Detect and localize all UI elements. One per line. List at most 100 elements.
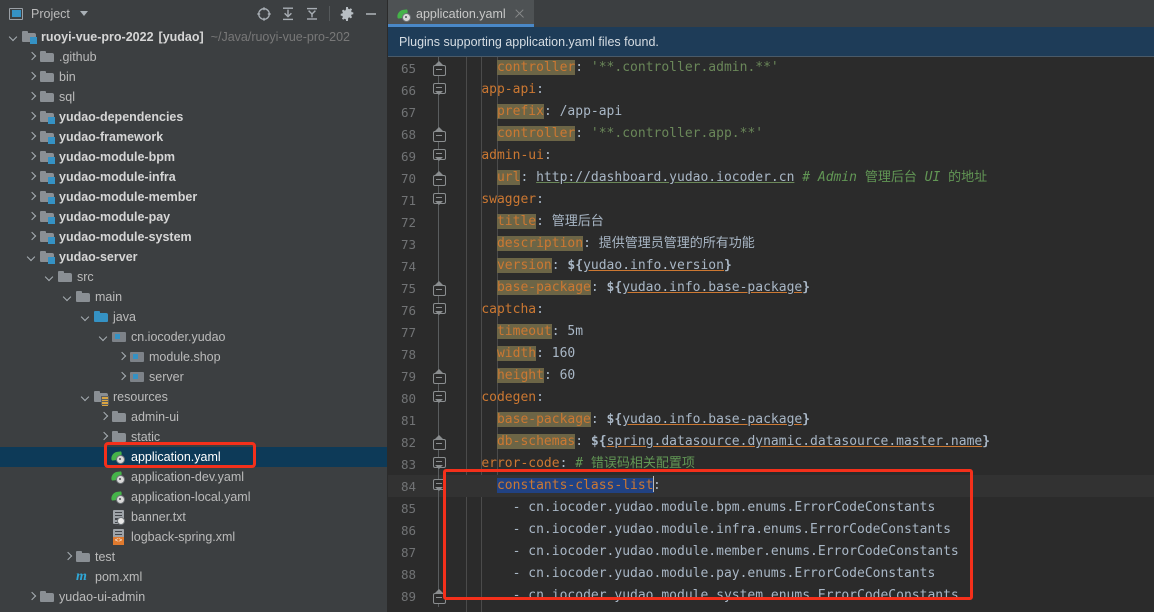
code-line[interactable]: 78 width: 160 xyxy=(388,343,1154,365)
fold-end-icon[interactable] xyxy=(433,127,444,140)
chevron-right-icon[interactable] xyxy=(26,132,37,143)
settings-gear-icon[interactable] xyxy=(336,3,358,25)
chevron-down-icon[interactable] xyxy=(8,32,19,43)
editor-gutter[interactable] xyxy=(426,431,450,453)
tree-node[interactable]: sql xyxy=(0,87,388,107)
code-line[interactable]: 74 version: ${yudao.info.version} xyxy=(388,255,1154,277)
tree-node[interactable]: java xyxy=(0,307,388,327)
chevron-right-icon[interactable] xyxy=(26,92,37,103)
chevron-down-icon[interactable] xyxy=(26,252,37,263)
editor-gutter[interactable] xyxy=(426,475,450,497)
chevron-down-icon[interactable] xyxy=(80,312,91,323)
code-line[interactable]: 68 controller: '**.controller.app.**' xyxy=(388,123,1154,145)
code-lines[interactable]: 65 controller: '**.controller.admin.**' 6… xyxy=(388,57,1154,607)
tree-node[interactable]: resources xyxy=(0,387,388,407)
fold-start-icon[interactable] xyxy=(433,193,444,206)
fold-start-icon[interactable] xyxy=(433,83,444,96)
fold-start-icon[interactable] xyxy=(433,149,444,162)
code-line[interactable]: 86 - cn.iocoder.yudao.module.infra.enums… xyxy=(388,519,1154,541)
tree-node[interactable]: server xyxy=(0,367,388,387)
code-line[interactable]: 85 - cn.iocoder.yudao.module.bpm.enums.E… xyxy=(388,497,1154,519)
tree-node[interactable]: yudao-module-member xyxy=(0,187,388,207)
code-line[interactable]: 70 url: http://dashboard.yudao.iocoder.c… xyxy=(388,167,1154,189)
chevron-right-icon[interactable] xyxy=(26,72,37,83)
editor-gutter[interactable] xyxy=(426,189,450,211)
chevron-right-icon[interactable] xyxy=(116,352,127,363)
tree-node[interactable]: yudao-server xyxy=(0,247,388,267)
code-line[interactable]: 84 constants-class-list: xyxy=(388,475,1154,497)
editor-gutter[interactable] xyxy=(426,123,450,145)
chevron-right-icon[interactable] xyxy=(26,592,37,603)
code-line[interactable]: 76 captcha: xyxy=(388,299,1154,321)
editor-gutter[interactable] xyxy=(426,343,450,365)
chevron-right-icon[interactable] xyxy=(26,232,37,243)
code-line[interactable]: 88 - cn.iocoder.yudao.module.pay.enums.E… xyxy=(388,563,1154,585)
notification-bar[interactable]: Plugins supporting application.yaml file… xyxy=(388,27,1154,57)
code-line[interactable]: 80 codegen: xyxy=(388,387,1154,409)
code-line[interactable]: 79 height: 60 xyxy=(388,365,1154,387)
tree-node[interactable]: <>logback-spring.xml xyxy=(0,527,388,547)
code-line[interactable]: 87 - cn.iocoder.yudao.module.member.enum… xyxy=(388,541,1154,563)
tree-node[interactable]: banner.txt xyxy=(0,507,388,527)
chevron-right-icon[interactable] xyxy=(98,432,109,443)
tree-node[interactable]: static xyxy=(0,427,388,447)
fold-end-icon[interactable] xyxy=(433,171,444,184)
chevron-right-icon[interactable] xyxy=(26,52,37,63)
fold-end-icon[interactable] xyxy=(433,369,444,382)
tree-node[interactable]: src xyxy=(0,267,388,287)
tree-node[interactable]: yudao-dependencies xyxy=(0,107,388,127)
editor-gutter[interactable] xyxy=(426,563,450,585)
editor-gutter[interactable] xyxy=(426,101,450,123)
tree-node[interactable]: yudao-ui-admin xyxy=(0,587,388,607)
code-line[interactable]: 69 admin-ui: xyxy=(388,145,1154,167)
editor-gutter[interactable] xyxy=(426,519,450,541)
chevron-right-icon[interactable] xyxy=(26,212,37,223)
chevron-right-icon[interactable] xyxy=(116,372,127,383)
chevron-right-icon[interactable] xyxy=(26,112,37,123)
code-line[interactable]: 81 base-package: ${yudao.info.base-packa… xyxy=(388,409,1154,431)
fold-end-icon[interactable] xyxy=(433,281,444,294)
editor-gutter[interactable] xyxy=(426,79,450,101)
tree-node[interactable]: yudao-module-pay xyxy=(0,207,388,227)
code-line[interactable]: 83 error-code: # 错误码相关配置项 xyxy=(388,453,1154,475)
code-line[interactable]: 71 swagger: xyxy=(388,189,1154,211)
tree-node[interactable]: bin xyxy=(0,67,388,87)
editor-gutter[interactable] xyxy=(426,409,450,431)
code-line[interactable]: 65 controller: '**.controller.admin.**' xyxy=(388,57,1154,79)
tree-node[interactable]: admin-ui xyxy=(0,407,388,427)
project-tree[interactable]: ruoyi-vue-pro-2022[yudao]~/Java/ruoyi-vu… xyxy=(0,27,388,612)
editor-gutter[interactable] xyxy=(426,541,450,563)
collapse-all-icon[interactable] xyxy=(301,3,323,25)
chevron-right-icon[interactable] xyxy=(98,412,109,423)
editor-gutter[interactable] xyxy=(426,497,450,519)
fold-end-icon[interactable] xyxy=(433,61,444,74)
code-editor[interactable]: 65 controller: '**.controller.admin.**' 6… xyxy=(388,57,1154,612)
fold-end-icon[interactable] xyxy=(433,435,444,448)
tree-node[interactable]: yudao-module-infra xyxy=(0,167,388,187)
close-icon[interactable] xyxy=(513,7,526,20)
editor-gutter[interactable] xyxy=(426,211,450,233)
tree-node-selected[interactable]: application.yaml xyxy=(0,447,388,467)
chevron-down-icon[interactable] xyxy=(62,292,73,303)
editor-gutter[interactable] xyxy=(426,57,450,79)
fold-start-icon[interactable] xyxy=(433,479,444,492)
tree-node[interactable]: yudao-module-bpm xyxy=(0,147,388,167)
editor-gutter[interactable] xyxy=(426,233,450,255)
chevron-down-icon[interactable] xyxy=(80,11,88,16)
chevron-right-icon[interactable] xyxy=(26,172,37,183)
chevron-right-icon[interactable] xyxy=(26,192,37,203)
tree-node[interactable]: yudao-framework xyxy=(0,127,388,147)
fold-start-icon[interactable] xyxy=(433,303,444,316)
tree-node[interactable]: application-local.yaml xyxy=(0,487,388,507)
code-line[interactable]: 75 base-package: ${yudao.info.base-packa… xyxy=(388,277,1154,299)
chevron-down-icon[interactable] xyxy=(98,332,109,343)
editor-gutter[interactable] xyxy=(426,453,450,475)
fold-end-icon[interactable] xyxy=(433,589,444,602)
tree-node[interactable]: yudao-module-system xyxy=(0,227,388,247)
tree-node[interactable]: test xyxy=(0,547,388,567)
project-title-group[interactable]: Project xyxy=(8,6,253,22)
fold-start-icon[interactable] xyxy=(433,457,444,470)
chevron-right-icon[interactable] xyxy=(26,152,37,163)
hide-panel-icon[interactable] xyxy=(360,3,382,25)
tree-node[interactable]: main xyxy=(0,287,388,307)
